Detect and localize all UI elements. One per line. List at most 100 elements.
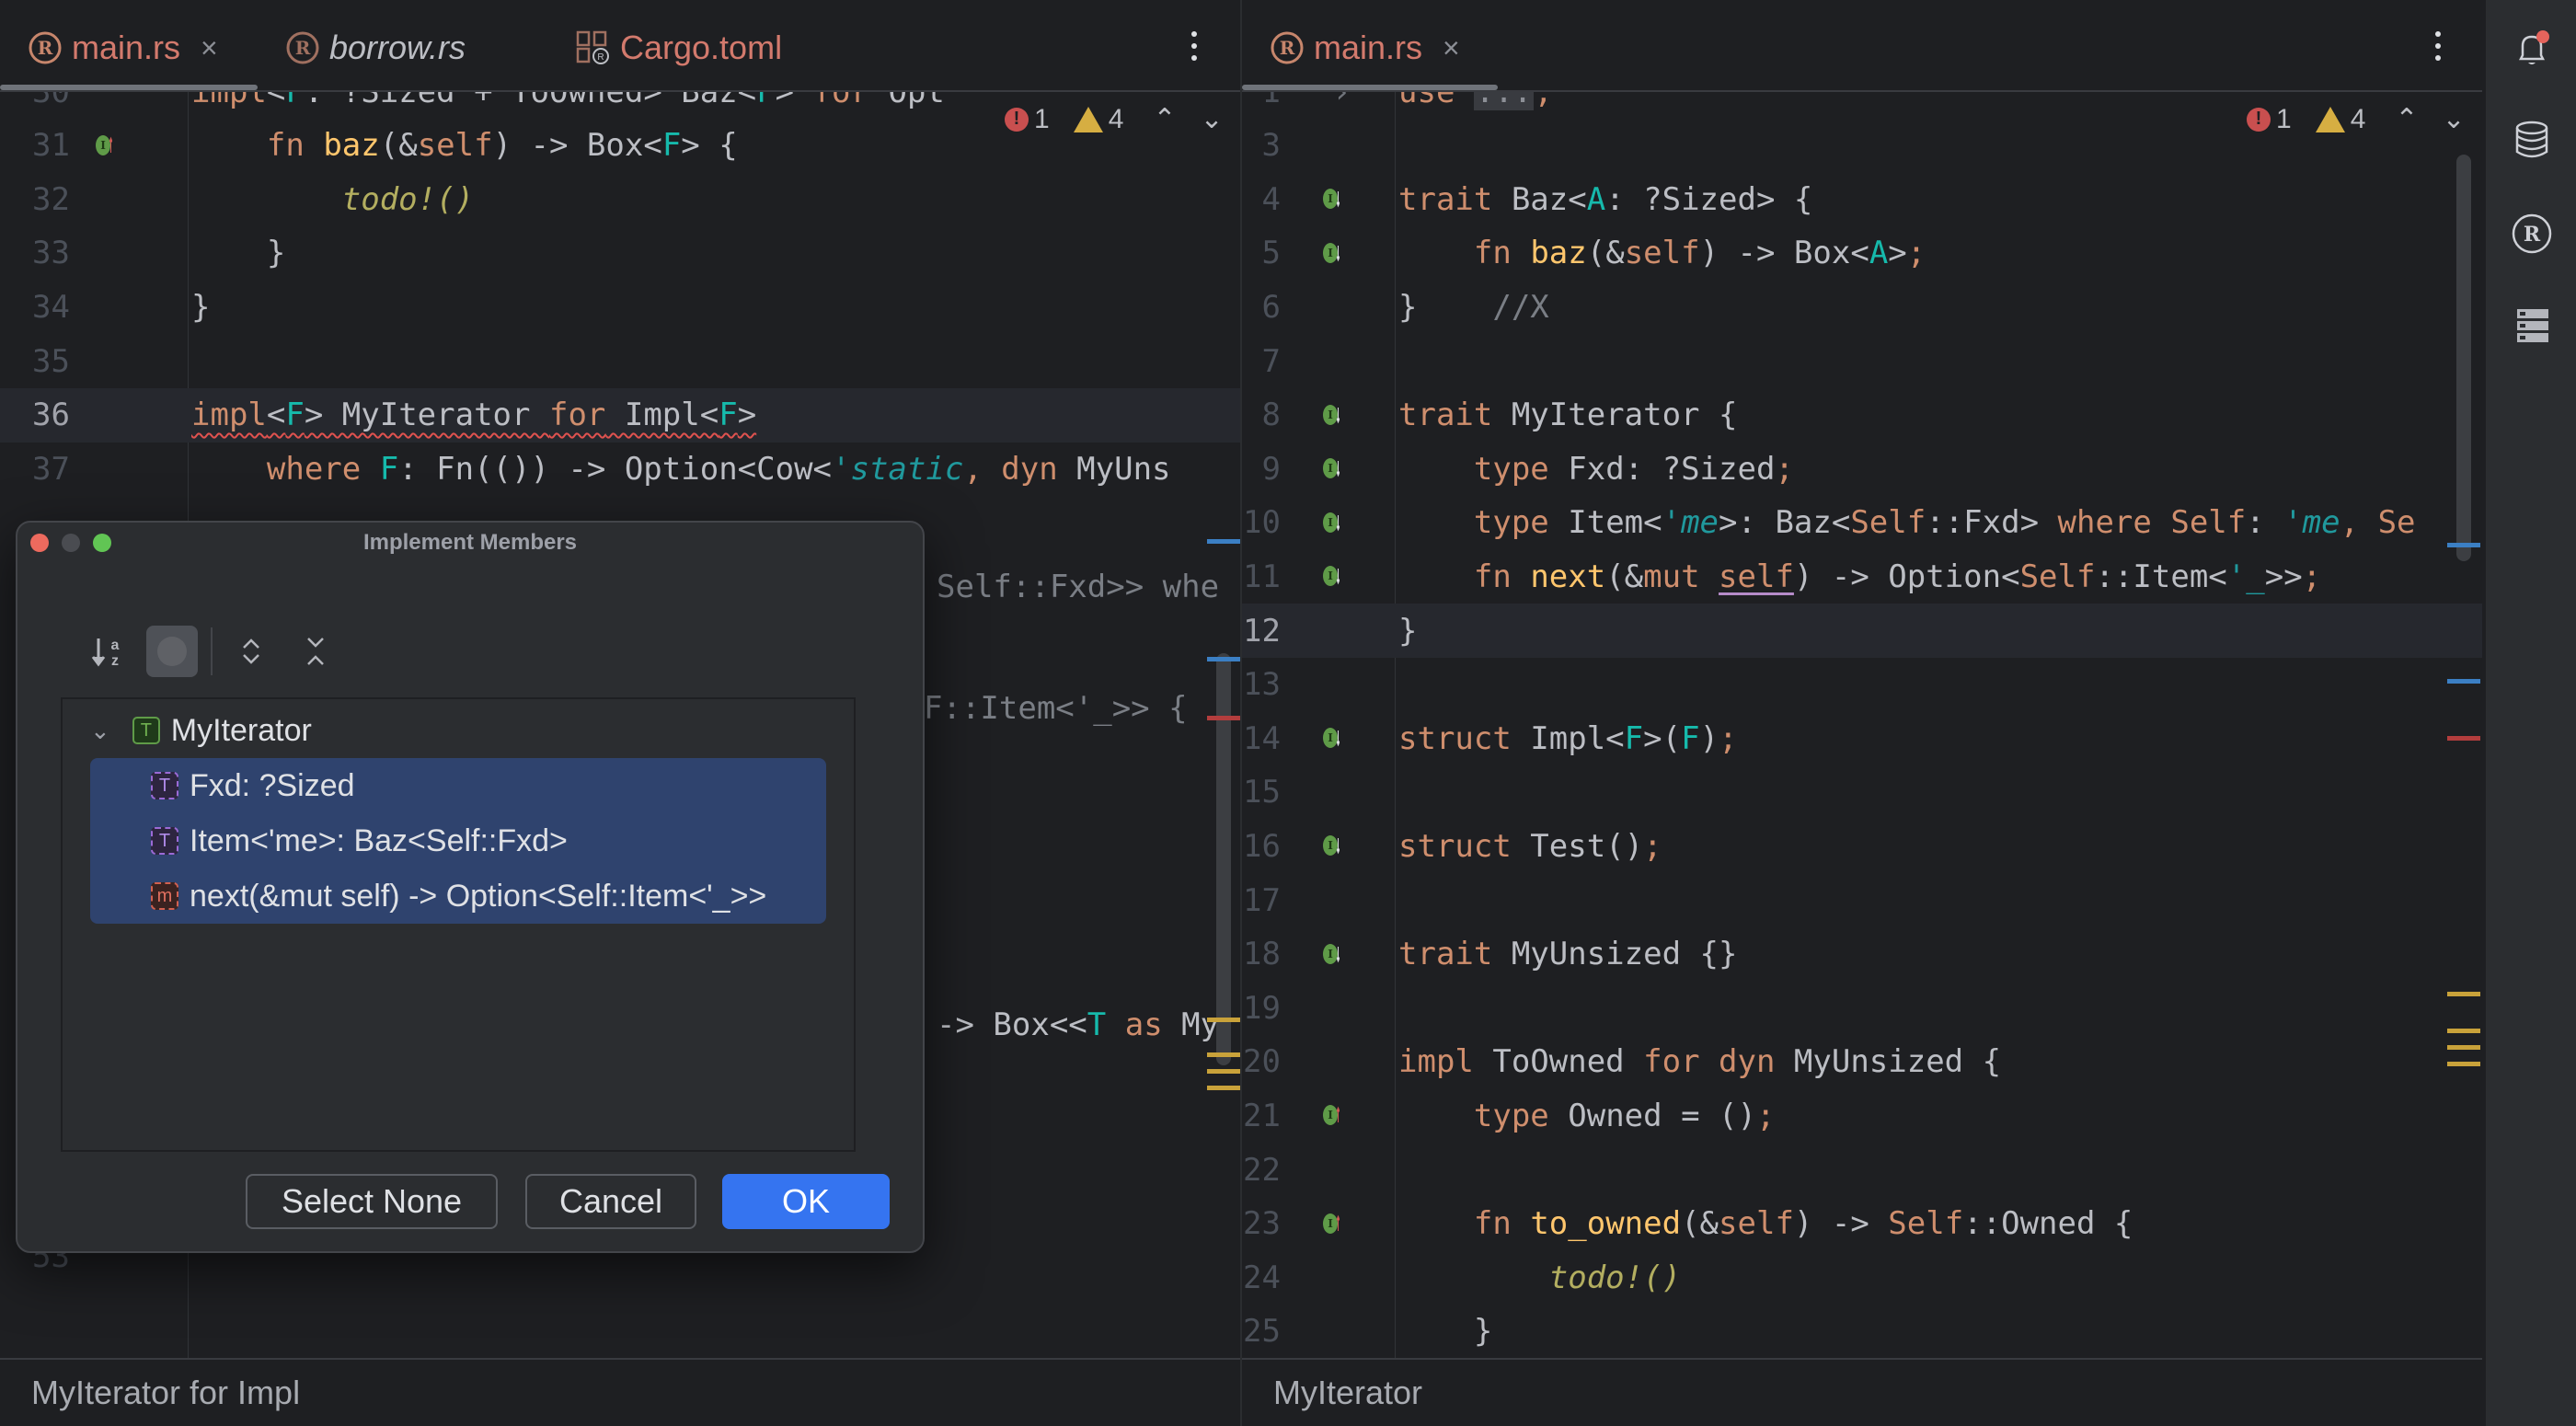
ok-button[interactable]: OK — [722, 1174, 890, 1229]
line-number[interactable]: 18 — [1242, 936, 1281, 972]
implemented-trait-icon[interactable]: I — [1323, 400, 1343, 430]
line-number[interactable]: 19 — [1242, 990, 1281, 1027]
marker-warning[interactable] — [2447, 1029, 2480, 1033]
code-line[interactable]: 12} — [1242, 604, 2482, 658]
tree-item[interactable]: T Fxd: ?Sized — [151, 758, 355, 813]
notifications-bell-icon[interactable] — [2510, 28, 2554, 72]
collapse-all-button[interactable] — [290, 626, 341, 677]
breadcrumb[interactable]: MyIterator for Impl — [31, 1374, 300, 1412]
line-number[interactable]: 13 — [1242, 666, 1281, 703]
more-options-icon[interactable] — [1185, 28, 1203, 64]
tab-main-rs[interactable]: R main.rs × — [28, 18, 218, 77]
implementing-method-icon[interactable]: I — [1323, 1100, 1343, 1130]
implemented-trait-icon[interactable]: I — [1323, 508, 1343, 537]
line-number[interactable]: 16 — [1242, 828, 1281, 865]
right-vertical-scrollbar[interactable] — [2456, 155, 2471, 561]
previous-highlight-icon[interactable]: ⌃ — [2395, 103, 2418, 135]
code-line[interactable]: 36 impl<F> MyIterator for Impl<F> — [0, 387, 1240, 443]
inspection-widget[interactable]: ! 1 4 ⌃ ⌄ — [1005, 103, 1224, 135]
code-line[interactable]: 34} — [0, 280, 1240, 334]
code-line[interactable]: 5 I fn baz(&self) -> Box<A>; — [1242, 226, 2482, 281]
line-number[interactable]: 30 — [0, 92, 70, 110]
code-line[interactable]: 32 todo!() — [0, 172, 1240, 226]
line-number[interactable]: 36 — [0, 397, 70, 433]
marker-warning[interactable] — [2447, 992, 2480, 996]
code-line[interactable]: 20 impl ToOwned for dyn MyUnsized { — [1242, 1035, 2482, 1089]
implementing-method-icon[interactable]: I — [96, 131, 116, 160]
line-number[interactable]: 34 — [0, 289, 70, 326]
line-number[interactable]: 22 — [1242, 1152, 1281, 1189]
tree-root-myiterator[interactable]: ⌄ T MyIterator — [90, 703, 312, 758]
code-line[interactable]: 16 Istruct Test(); — [1242, 819, 2482, 873]
line-number[interactable]: 3 — [1242, 127, 1281, 164]
code-line[interactable]: 25 } — [1242, 1305, 2482, 1358]
right-code-editor[interactable]: 1›use ...;34Itrait Baz<A: ?Sized> {5I fn… — [1242, 92, 2482, 1358]
implemented-trait-icon[interactable]: I — [1323, 454, 1343, 483]
code-line[interactable]: 13 — [1242, 658, 2482, 712]
close-icon[interactable]: × — [1443, 31, 1460, 65]
line-number[interactable]: 20 — [1242, 1043, 1281, 1080]
line-number[interactable]: 25 — [1242, 1313, 1281, 1350]
tree-item[interactable]: T Item<'me>: Baz<Self::Fxd> — [151, 813, 568, 868]
marker-warning[interactable] — [2447, 1045, 2480, 1050]
code-line[interactable]: 21 I type Owned = (); — [1242, 1088, 2482, 1143]
members-tree[interactable]: ⌄ T MyIterator T Fxd: ?Sized T Item<'me>… — [61, 697, 856, 1152]
code-line[interactable]: 6} //X — [1242, 280, 2482, 334]
marker-info[interactable] — [2447, 543, 2480, 547]
marker-warning[interactable] — [2447, 1062, 2480, 1066]
tab-main-rs[interactable]: R main.rs × — [1270, 18, 1460, 77]
line-number[interactable]: 7 — [1242, 343, 1281, 380]
code-line[interactable]: 37 where F: Fn(()) -> Option<Cow<'static… — [0, 442, 1240, 496]
select-none-button[interactable]: Select None — [246, 1174, 498, 1229]
line-number[interactable]: 24 — [1242, 1259, 1281, 1296]
line-number[interactable]: 4 — [1242, 181, 1281, 218]
code-line[interactable]: 4 Itrait Baz<A: ?Sized> { — [1242, 172, 2482, 226]
code-line[interactable]: 14 Istruct Impl<F>(F); — [1242, 711, 2482, 765]
marker-warning[interactable] — [1207, 1052, 1240, 1057]
inspection-widget[interactable]: ! 1 4 ⌃ ⌄ — [2247, 103, 2466, 135]
breadcrumb[interactable]: MyIterator — [1273, 1374, 1422, 1412]
code-line[interactable]: 10 I type Item<'me>: Baz<Self::Fxd> where… — [1242, 496, 2482, 550]
line-number[interactable]: 5 — [1242, 235, 1281, 271]
implemented-trait-icon[interactable]: I — [1323, 939, 1343, 969]
code-line[interactable]: 18 Itrait MyUnsized {} — [1242, 927, 2482, 982]
tab-borrow-rs[interactable]: R borrow.rs — [285, 18, 466, 77]
fold-toggle-icon[interactable]: › — [1332, 92, 1351, 110]
line-number[interactable]: 12 — [1242, 613, 1281, 650]
marker-info[interactable] — [1207, 657, 1240, 661]
line-number[interactable]: 33 — [0, 235, 70, 271]
line-number[interactable]: 23 — [1242, 1205, 1281, 1242]
expand-all-button[interactable] — [225, 626, 277, 677]
cancel-button[interactable]: Cancel — [525, 1174, 696, 1229]
marker-warning[interactable] — [1207, 1069, 1240, 1074]
rust-icon[interactable]: R — [2510, 212, 2554, 256]
line-number[interactable]: 10 — [1242, 504, 1281, 541]
previous-highlight-icon[interactable]: ⌃ — [1153, 103, 1176, 135]
tree-item[interactable]: m next(&mut self) -> Option<Self::Item<'… — [151, 868, 766, 924]
close-icon[interactable]: × — [201, 31, 218, 65]
code-line[interactable]: 11 I fn next(&mut self) -> Option<Self::I… — [1242, 549, 2482, 604]
line-number[interactable]: 35 — [0, 343, 70, 380]
line-number[interactable]: 32 — [0, 181, 70, 218]
services-icon[interactable] — [2510, 304, 2554, 348]
implemented-trait-icon[interactable]: I — [1323, 238, 1343, 268]
line-number[interactable]: 11 — [1242, 558, 1281, 595]
line-number[interactable]: 14 — [1242, 720, 1281, 757]
code-line[interactable]: 24 todo!() — [1242, 1250, 2482, 1305]
code-line[interactable]: 8 Itrait MyIterator { — [1242, 388, 2482, 443]
implemented-trait-icon[interactable]: I — [1323, 184, 1343, 213]
sort-alphabetically-button[interactable]: az — [82, 626, 133, 677]
next-highlight-icon[interactable]: ⌄ — [1201, 103, 1224, 135]
line-number[interactable]: 15 — [1242, 774, 1281, 811]
code-line[interactable]: 19 — [1242, 981, 2482, 1035]
implemented-trait-icon[interactable]: I — [1323, 561, 1343, 591]
code-line[interactable]: 22 — [1242, 1143, 2482, 1197]
code-line[interactable]: 7 — [1242, 334, 2482, 388]
marker-warning[interactable] — [1207, 1086, 1240, 1090]
code-line[interactable]: 9 I type Fxd: ?Sized; — [1242, 442, 2482, 496]
more-options-icon[interactable] — [2429, 28, 2447, 64]
line-number[interactable]: 8 — [1242, 397, 1281, 433]
implemented-trait-icon[interactable]: I — [1323, 723, 1343, 753]
code-line[interactable]: 35 — [0, 334, 1240, 388]
line-number[interactable]: 17 — [1242, 882, 1281, 919]
